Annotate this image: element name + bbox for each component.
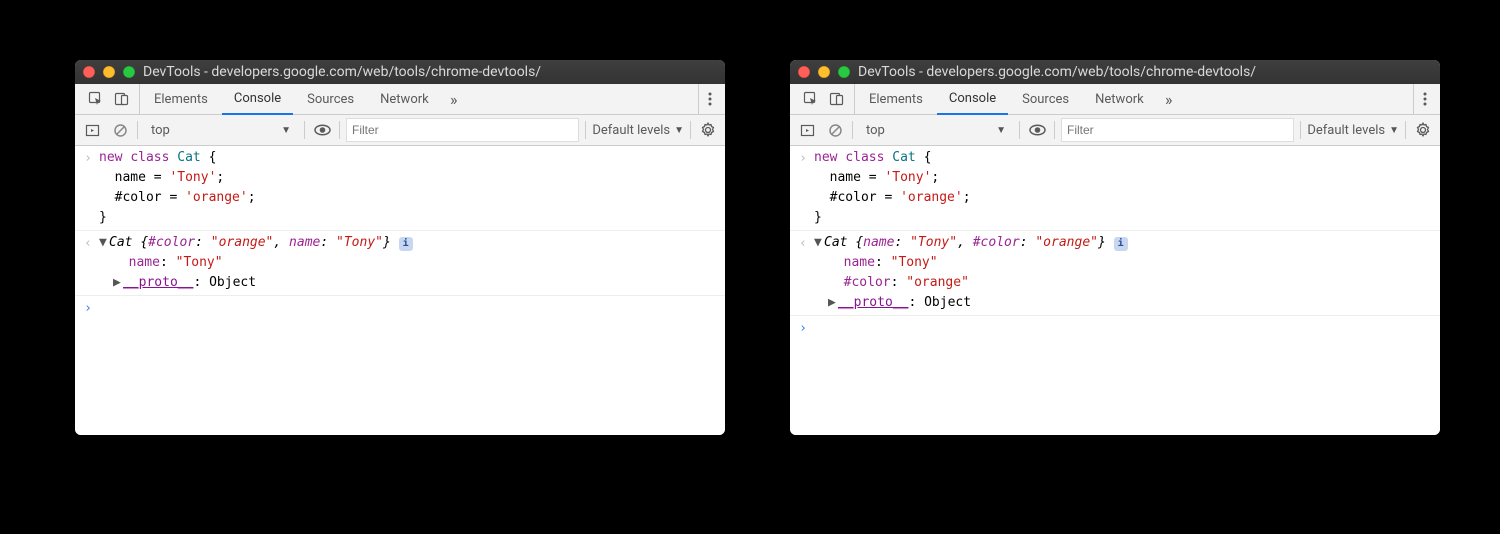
tab-bar: Elements Console Sources Network » <box>75 84 725 115</box>
code-input-left: new class Cat { name = 'Tony'; #color = … <box>99 148 721 228</box>
console-result: › ▼Cat {#color: "orange", name: "Tony"} … <box>75 231 725 296</box>
tab-console[interactable]: Console <box>937 83 1008 115</box>
disclosure-down-icon[interactable]: ▼ <box>99 233 109 253</box>
chevron-down-icon: ▼ <box>996 125 1006 136</box>
close-icon[interactable] <box>83 66 95 78</box>
live-expression-icon[interactable] <box>311 119 333 141</box>
console-prompt[interactable]: › <box>75 296 725 300</box>
context-value: top <box>151 123 170 138</box>
tab-sources[interactable]: Sources <box>295 84 366 114</box>
code-input-right: new class Cat { name = 'Tony'; #color = … <box>814 148 1436 228</box>
more-tabs-icon[interactable]: » <box>443 88 465 110</box>
class-name: Cat <box>824 235 855 250</box>
window-title: DevTools - developers.google.com/web/too… <box>858 64 1256 80</box>
tab-elements[interactable]: Elements <box>857 84 935 114</box>
tab-network[interactable]: Network <box>1083 84 1156 114</box>
class-name: Cat <box>109 235 140 250</box>
object-property: name: "Tony" <box>814 253 1436 273</box>
object-property: #color: "orange" <box>814 273 1436 293</box>
console-result: › ▼Cat {name: "Tony", #color: "orange"} … <box>790 231 1440 316</box>
disclosure-right-icon[interactable]: ▶ <box>113 273 123 293</box>
console-output: › new class Cat { name = 'Tony'; #color … <box>75 146 725 435</box>
window-title: DevTools - developers.google.com/web/too… <box>143 64 541 80</box>
minimize-icon[interactable] <box>103 66 115 78</box>
context-value: top <box>866 123 885 138</box>
tab-console[interactable]: Console <box>222 83 293 115</box>
log-levels-selector[interactable]: Default levels ▼ <box>1307 123 1399 138</box>
kebab-menu-icon[interactable] <box>698 84 721 114</box>
object-proto[interactable]: ▶__proto__: Object <box>99 273 721 293</box>
clear-console-icon[interactable] <box>109 119 131 141</box>
minimize-icon[interactable] <box>818 66 830 78</box>
settings-icon[interactable] <box>697 119 719 141</box>
sidebar-toggle-icon[interactable] <box>796 119 818 141</box>
maximize-icon[interactable] <box>838 66 850 78</box>
settings-icon[interactable] <box>1412 119 1434 141</box>
input-chevron-icon: › <box>81 149 95 169</box>
devtools-window-right: DevTools - developers.google.com/web/too… <box>790 60 1440 435</box>
object-proto[interactable]: ▶__proto__: Object <box>814 293 1436 313</box>
close-icon[interactable] <box>798 66 810 78</box>
input-chevron-icon: › <box>796 149 810 169</box>
context-selector[interactable]: top ▼ <box>859 118 1013 142</box>
filter-input[interactable] <box>1061 118 1294 142</box>
tab-network[interactable]: Network <box>368 84 441 114</box>
chevron-down-icon: ▼ <box>1389 125 1399 136</box>
titlebar: DevTools - developers.google.com/web/too… <box>75 60 725 84</box>
console-prompt[interactable]: › <box>790 316 1440 320</box>
console-input-echo: › new class Cat { name = 'Tony'; #color … <box>790 146 1440 231</box>
traffic-lights <box>83 66 135 78</box>
tab-elements[interactable]: Elements <box>142 84 220 114</box>
console-output: › new class Cat { name = 'Tony'; #color … <box>790 146 1440 435</box>
devtools-window-left: DevTools - developers.google.com/web/too… <box>75 60 725 435</box>
output-chevron-icon: › <box>81 234 95 254</box>
clear-console-icon[interactable] <box>824 119 846 141</box>
levels-label: Default levels <box>1307 123 1385 138</box>
traffic-lights <box>798 66 850 78</box>
disclosure-down-icon[interactable]: ▼ <box>814 233 824 253</box>
object-property: name: "Tony" <box>99 253 721 273</box>
disclosure-right-icon[interactable]: ▶ <box>828 293 838 313</box>
chevron-down-icon: ▼ <box>674 125 684 136</box>
chevron-down-icon: ▼ <box>281 125 291 136</box>
console-toolbar: top ▼ Default levels ▼ <box>790 115 1440 146</box>
prompt-chevron-icon: › <box>81 299 95 319</box>
object-expanded[interactable]: ▼Cat {name: "Tony", #color: "orange"} i … <box>814 233 1436 313</box>
device-toggle-icon[interactable] <box>111 88 133 110</box>
maximize-icon[interactable] <box>123 66 135 78</box>
output-chevron-icon: › <box>796 234 810 254</box>
log-levels-selector[interactable]: Default levels ▼ <box>592 123 684 138</box>
titlebar: DevTools - developers.google.com/web/too… <box>790 60 1440 84</box>
prompt-chevron-icon: › <box>796 319 810 339</box>
kebab-menu-icon[interactable] <box>1413 84 1436 114</box>
more-tabs-icon[interactable]: » <box>1158 88 1180 110</box>
console-toolbar: top ▼ Default levels ▼ <box>75 115 725 146</box>
inspect-icon[interactable] <box>85 88 107 110</box>
tab-sources[interactable]: Sources <box>1010 84 1081 114</box>
inspect-icon[interactable] <box>800 88 822 110</box>
filter-input[interactable] <box>346 118 579 142</box>
console-input-echo: › new class Cat { name = 'Tony'; #color … <box>75 146 725 231</box>
info-icon[interactable]: i <box>1114 237 1128 251</box>
info-icon[interactable]: i <box>399 237 413 251</box>
levels-label: Default levels <box>592 123 670 138</box>
sidebar-toggle-icon[interactable] <box>81 119 103 141</box>
tab-bar: Elements Console Sources Network » <box>790 84 1440 115</box>
live-expression-icon[interactable] <box>1026 119 1048 141</box>
object-expanded[interactable]: ▼Cat {#color: "orange", name: "Tony"} i … <box>99 233 721 293</box>
context-selector[interactable]: top ▼ <box>144 118 298 142</box>
device-toggle-icon[interactable] <box>826 88 848 110</box>
